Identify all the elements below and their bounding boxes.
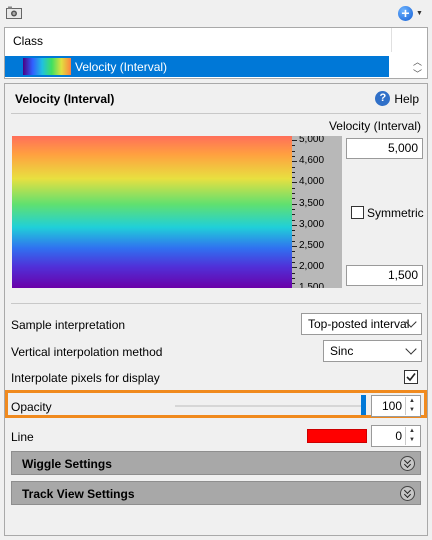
opacity-spinbox[interactable]: 100 ▲ ▼ bbox=[371, 395, 421, 417]
symmetric-checkbox[interactable] bbox=[351, 206, 364, 219]
scale-tick-label: 1,500 bbox=[299, 282, 325, 288]
color-table-swatch bbox=[23, 58, 71, 75]
settings-panel: Velocity (Interval) ? Help Velocity (Int… bbox=[4, 83, 428, 536]
help-button[interactable]: ? Help bbox=[375, 91, 419, 106]
interpolate-pixels-checkbox[interactable] bbox=[404, 370, 418, 384]
scale-tick-label: 3,500 bbox=[299, 197, 325, 209]
scale-minor-tick bbox=[292, 272, 295, 274]
scale-minor-tick bbox=[292, 277, 295, 279]
line-value: 0 bbox=[395, 429, 402, 443]
vertical-interpolation-label: Vertical interpolation method bbox=[11, 345, 163, 359]
scroll-down-icon[interactable]: ﹀ bbox=[413, 67, 422, 80]
expand-icon[interactable] bbox=[400, 456, 415, 471]
panel-title: Velocity (Interval) bbox=[15, 92, 115, 106]
opacity-value: 100 bbox=[381, 399, 402, 413]
scale-minor-tick bbox=[292, 193, 295, 194]
class-header-cell bbox=[391, 28, 411, 52]
scale-minor-tick bbox=[292, 240, 295, 242]
max-value-input[interactable]: 5,000 bbox=[346, 138, 423, 159]
help-icon: ? bbox=[375, 91, 391, 106]
line-spinbox[interactable]: 0 ▲ ▼ bbox=[371, 425, 421, 447]
camera-icon[interactable] bbox=[6, 6, 22, 19]
scale-minor-tick bbox=[292, 177, 295, 179]
scale-tick-label: 4,600 bbox=[299, 155, 325, 167]
colorbar-title: Velocity (Interval) bbox=[328, 119, 421, 133]
wiggle-settings-title: Wiggle Settings bbox=[22, 457, 112, 471]
scale-minor-tick bbox=[292, 155, 295, 157]
scale-minor-tick bbox=[292, 261, 295, 263]
scale-tick bbox=[292, 224, 297, 226]
scale-tick-label: 4,000 bbox=[299, 176, 325, 188]
decrement-icon[interactable]: ▼ bbox=[406, 406, 418, 415]
opacity-label: Opacity bbox=[11, 400, 52, 414]
increment-icon[interactable]: ▲ bbox=[406, 397, 418, 406]
vertical-interpolation-select[interactable]: Sinc bbox=[323, 340, 422, 362]
track-view-settings-title: Track View Settings bbox=[22, 487, 135, 501]
scale-minor-tick bbox=[292, 171, 295, 173]
opacity-slider-thumb[interactable] bbox=[361, 395, 366, 415]
help-label: Help bbox=[394, 91, 419, 106]
scale-minor-tick bbox=[292, 219, 295, 221]
interpolate-pixels-label: Interpolate pixels for display bbox=[11, 371, 160, 385]
top-toolbar: + ▼ bbox=[0, 0, 432, 26]
symmetric-label: Symmetric bbox=[367, 206, 424, 220]
scale-tick bbox=[292, 140, 297, 141]
scale-tick-label: 3,000 bbox=[299, 218, 325, 230]
scale-minor-tick bbox=[292, 214, 295, 216]
colorbar-scale: 5,000 4,600 4,000 3,500 3,000 2,500 2,000 1,500 bbox=[292, 136, 342, 288]
scale-minor-tick bbox=[292, 208, 295, 210]
chevron-down-icon: ▼ bbox=[416, 9, 423, 17]
decrement-icon[interactable]: ▼ bbox=[406, 436, 418, 445]
scale-tick bbox=[292, 267, 297, 269]
track-view-settings-section[interactable]: Track View Settings bbox=[11, 481, 421, 505]
scale-minor-tick bbox=[292, 251, 295, 253]
sample-interpretation-value: Top-posted interval bbox=[308, 317, 410, 331]
add-dropdown-button[interactable]: + ▼ bbox=[398, 5, 424, 21]
divider bbox=[11, 303, 421, 304]
increment-icon[interactable]: ▲ bbox=[406, 427, 418, 436]
sample-interpretation-select[interactable]: Top-posted interval bbox=[301, 313, 422, 335]
scale-tick bbox=[292, 161, 297, 163]
scale-tick bbox=[292, 182, 297, 184]
scale-minor-tick bbox=[292, 230, 295, 232]
sample-interpretation-label: Sample interpretation bbox=[11, 318, 126, 332]
wiggle-settings-section[interactable]: Wiggle Settings bbox=[11, 451, 421, 475]
scale-tick bbox=[292, 246, 297, 247]
opacity-stepper[interactable]: ▲ ▼ bbox=[405, 397, 418, 415]
scale-tick-label: 5,000 bbox=[299, 136, 325, 145]
vertical-interpolation-value: Sinc bbox=[330, 344, 354, 358]
class-item-label: Velocity (Interval) bbox=[75, 60, 168, 74]
class-list-scrollbar[interactable]: ︿ ﹀ bbox=[409, 28, 427, 80]
chevron-down-icon bbox=[405, 343, 417, 355]
scale-tick-label: 2,500 bbox=[299, 240, 325, 251]
scale-minor-tick bbox=[292, 166, 295, 168]
plus-icon: + bbox=[398, 5, 413, 21]
scale-minor-tick bbox=[292, 145, 295, 147]
scale-minor-tick bbox=[292, 235, 295, 237]
line-stepper[interactable]: ▲ ▼ bbox=[405, 427, 418, 445]
scale-tick-label: 2,000 bbox=[299, 261, 325, 273]
class-list[interactable]: Class Velocity (Interval) ︿ ﹀ bbox=[4, 27, 428, 79]
expand-icon[interactable] bbox=[400, 486, 415, 501]
class-header: Class bbox=[13, 34, 44, 48]
scale-minor-tick bbox=[292, 150, 295, 152]
scale-minor-tick bbox=[292, 256, 295, 258]
opacity-slider-track[interactable] bbox=[175, 405, 365, 407]
line-label: Line bbox=[11, 430, 34, 444]
divider bbox=[11, 113, 421, 114]
line-color-swatch[interactable] bbox=[307, 429, 367, 443]
min-value-input[interactable]: 1,500 bbox=[346, 265, 423, 286]
scale-minor-tick bbox=[292, 198, 295, 200]
color-gradient-bar[interactable] bbox=[12, 136, 292, 288]
scale-minor-tick bbox=[292, 187, 295, 189]
scale-tick bbox=[292, 203, 297, 205]
class-list-item-selected[interactable]: Velocity (Interval) bbox=[5, 56, 389, 77]
scale-minor-tick bbox=[292, 283, 295, 285]
